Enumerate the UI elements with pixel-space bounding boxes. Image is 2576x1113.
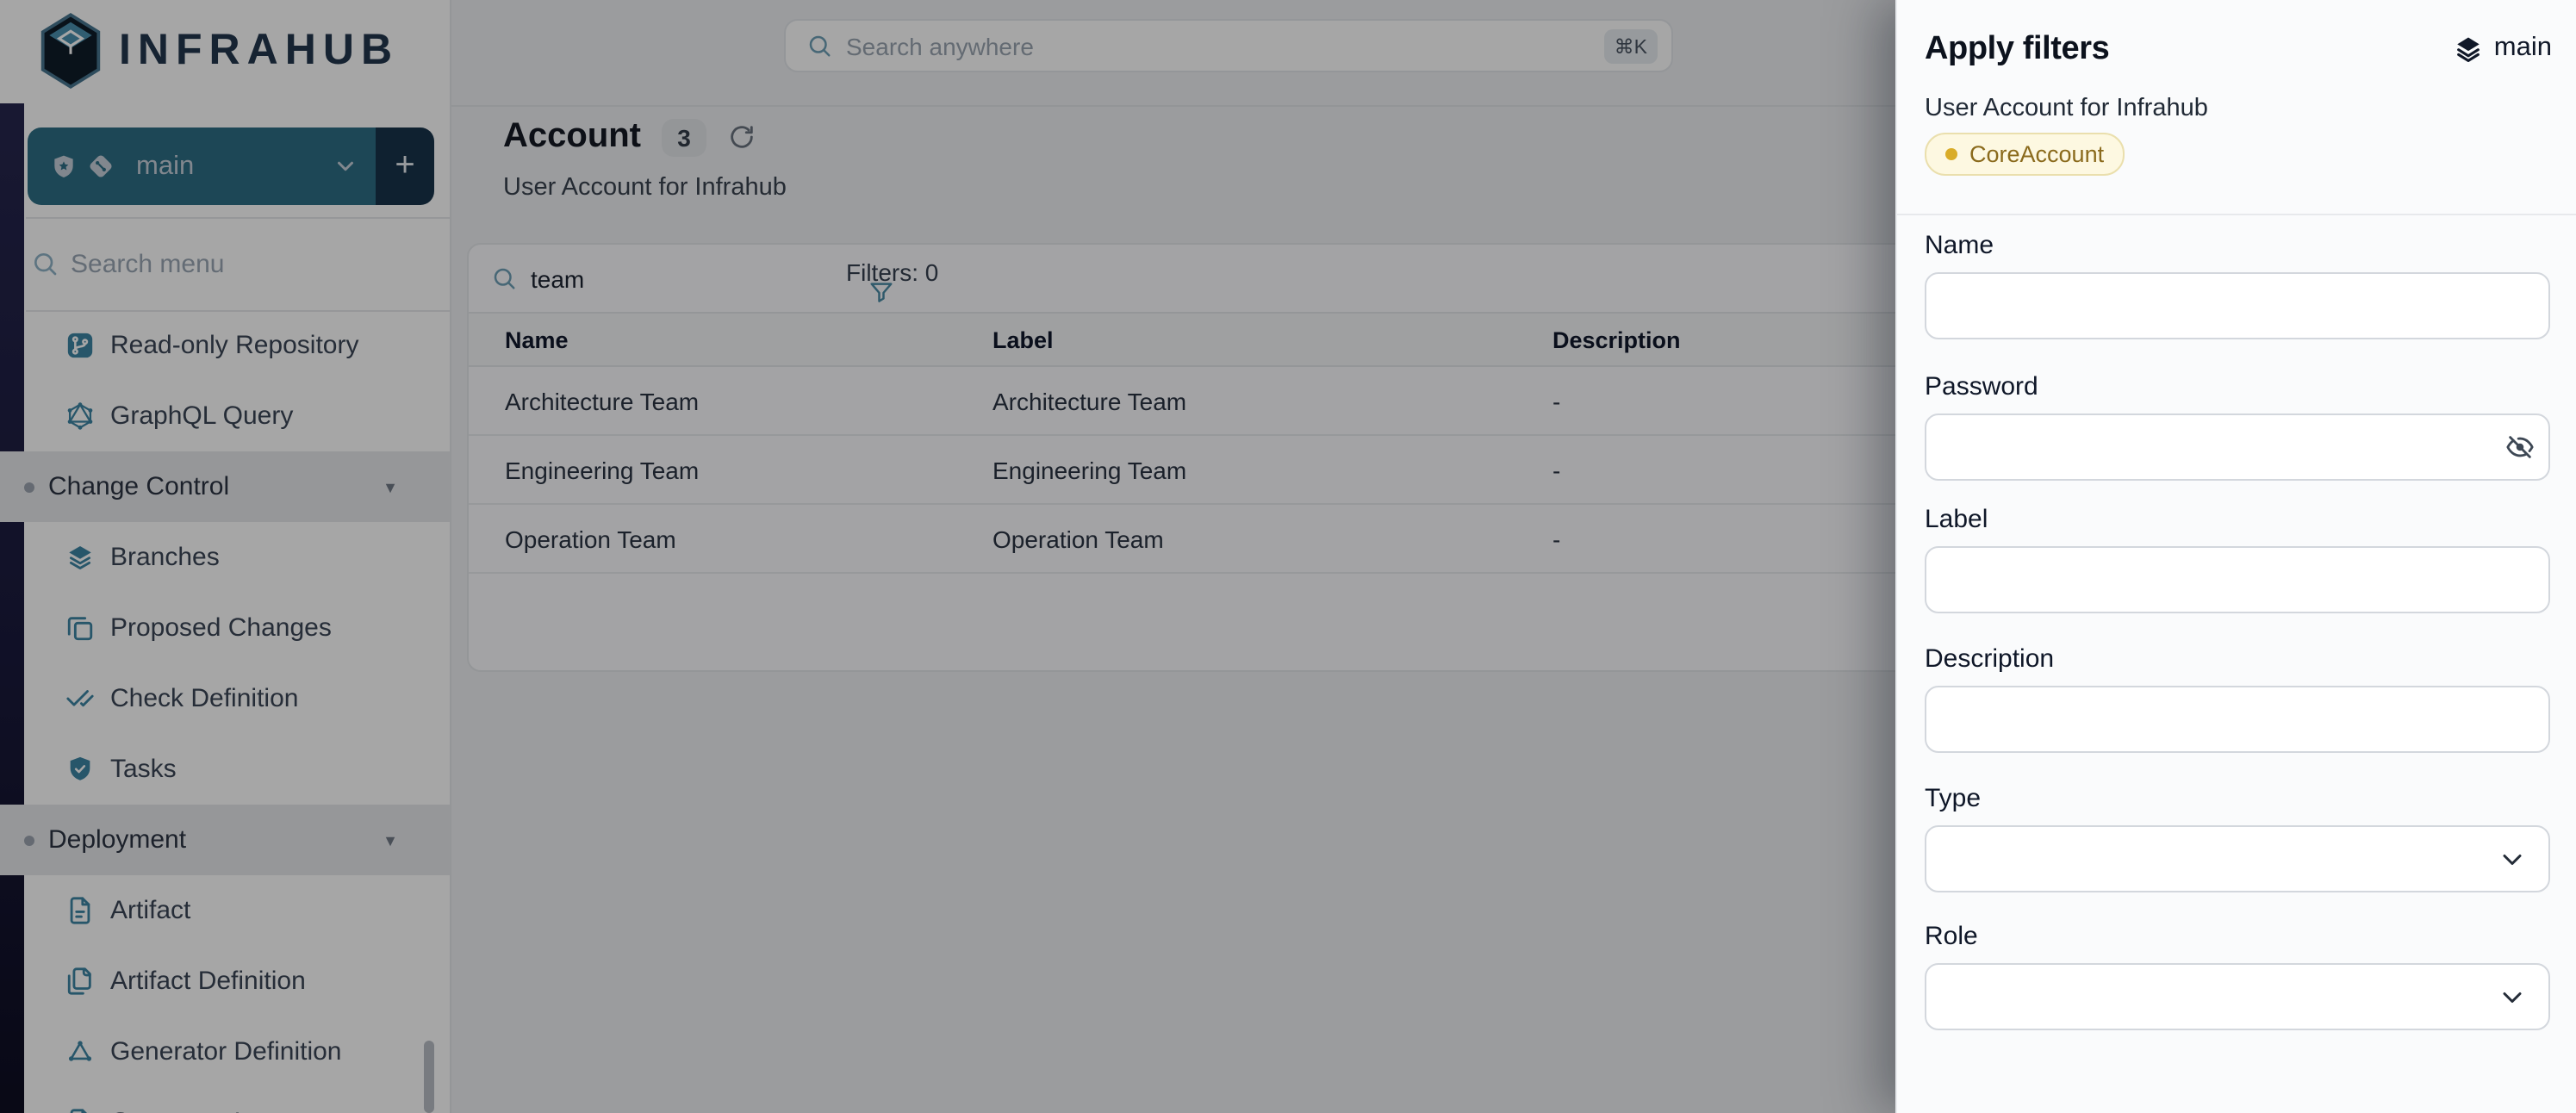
label-input[interactable]: [1925, 546, 2550, 613]
filters-drawer: Apply filters main User Account for Infr…: [1895, 0, 2576, 1113]
eye-off-icon: [2505, 432, 2535, 462]
badge-dot-icon: [1945, 148, 1957, 160]
app-window: INFRAHUB main +: [0, 0, 2576, 1113]
drawer-title: Apply filters: [1925, 31, 2109, 69]
label-label: Label: [1925, 505, 2550, 534]
password-label: Password: [1925, 372, 2550, 401]
field-description: Description: [1925, 644, 2550, 753]
role-select[interactable]: [1925, 963, 2550, 1030]
description-label: Description: [1925, 644, 2550, 674]
toggle-password-visibility-button[interactable]: [2505, 432, 2535, 462]
name-label: Name: [1925, 231, 2550, 260]
field-label: Label: [1925, 505, 2550, 613]
field-type: Type: [1925, 784, 2550, 892]
type-select[interactable]: [1925, 825, 2550, 892]
drawer-branch-indicator[interactable]: main: [2455, 33, 2552, 64]
divider: [1897, 214, 2576, 215]
field-role: Role: [1925, 922, 2550, 1030]
field-password: Password: [1925, 372, 2550, 481]
chevron-down-icon: [2497, 844, 2528, 875]
description-input[interactable]: [1925, 686, 2550, 753]
layers-icon: [2455, 34, 2484, 63]
chevron-down-icon: [2497, 982, 2528, 1013]
name-input[interactable]: [1925, 272, 2550, 339]
drawer-subtitle: User Account for Infrahub: [1925, 95, 2208, 122]
badge-label: CoreAccount: [1969, 141, 2104, 167]
role-label: Role: [1925, 922, 2550, 951]
drawer-branch-label: main: [2494, 33, 2552, 64]
field-name: Name: [1925, 231, 2550, 339]
type-label: Type: [1925, 784, 2550, 813]
password-input[interactable]: [1925, 413, 2550, 481]
kind-badge: CoreAccount: [1925, 133, 2125, 176]
